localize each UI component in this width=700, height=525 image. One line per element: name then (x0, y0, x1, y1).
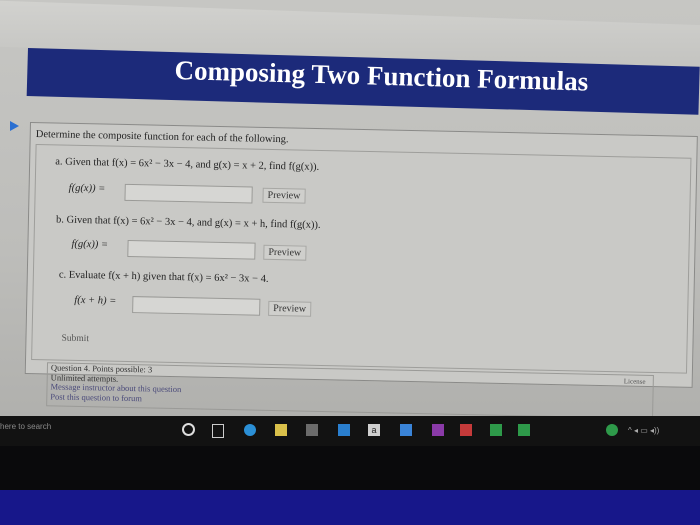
app-icon-green[interactable] (490, 424, 502, 436)
chrome-icon[interactable] (244, 424, 256, 436)
taskbar (0, 416, 700, 446)
monitor-bezel (0, 446, 700, 490)
submit-button[interactable]: Submit (61, 334, 89, 345)
word-icon[interactable]: a (368, 424, 380, 436)
answer-c-input[interactable] (132, 296, 261, 316)
answer-b-input[interactable] (127, 239, 256, 260)
onenote-icon[interactable] (432, 424, 444, 436)
triangle-icon[interactable] (10, 121, 19, 131)
app-icon-green-2[interactable] (518, 424, 530, 436)
tray-status-icon[interactable] (606, 424, 618, 436)
store-icon[interactable] (306, 424, 318, 436)
answer-a-input[interactable] (124, 183, 253, 204)
monitor-strip (0, 490, 700, 525)
answer-b-label: f(g(x)) = (71, 238, 109, 251)
mail-icon[interactable] (338, 424, 350, 436)
preview-a-button[interactable]: Preview (262, 187, 306, 204)
app-icon-red[interactable] (460, 424, 472, 436)
taskbar-search[interactable]: here to search (0, 422, 51, 431)
cortana-icon[interactable] (182, 423, 195, 436)
file-explorer-icon[interactable] (275, 424, 287, 436)
answer-c-label: f(x + h) = (74, 294, 117, 307)
license-link[interactable]: License (624, 377, 646, 385)
preview-b-button[interactable]: Preview (263, 244, 307, 261)
tray-icons[interactable]: ^ ◂ ▭ ◂)) (628, 426, 659, 435)
taskview-icon[interactable] (212, 424, 224, 438)
question-box (31, 143, 692, 374)
answer-a-label: f(g(x)) = (68, 182, 106, 195)
preview-c-button[interactable]: Preview (268, 300, 312, 317)
dropbox-icon[interactable] (400, 424, 412, 436)
